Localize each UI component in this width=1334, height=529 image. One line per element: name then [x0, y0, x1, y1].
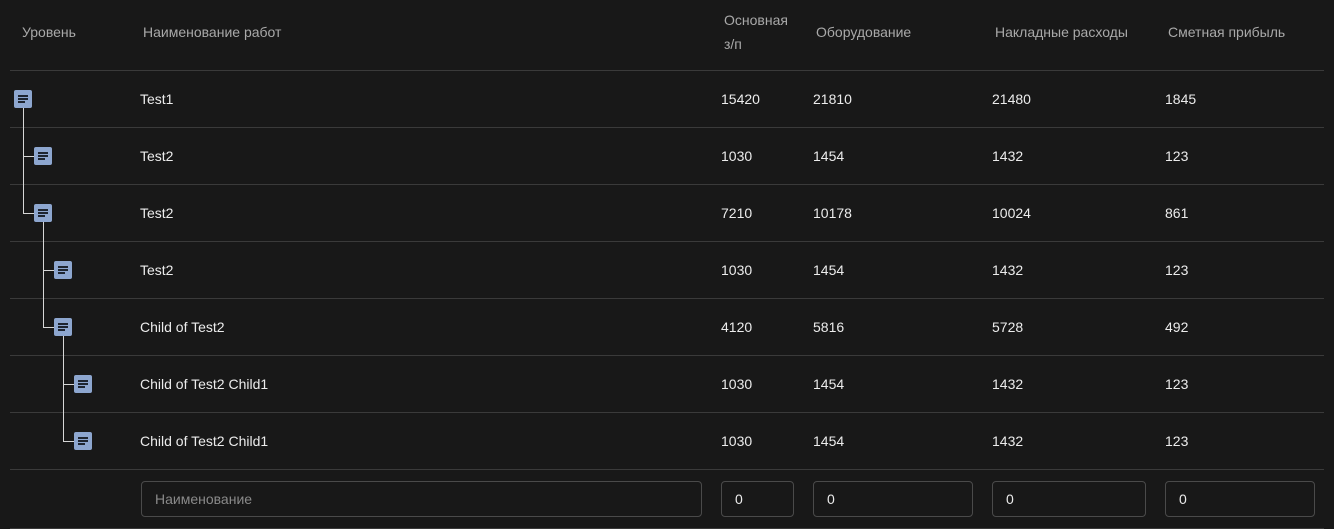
- equipment-cell: 1454: [813, 433, 845, 449]
- equipment-cell: 5816: [813, 319, 845, 335]
- tree-connector: [23, 213, 34, 214]
- document-icon[interactable]: [14, 90, 32, 108]
- name-cell: Test2: [140, 205, 174, 221]
- equipment-cell: 1454: [813, 262, 845, 278]
- salary-cell: 1030: [721, 433, 753, 449]
- salary-cell: 1030: [721, 262, 753, 278]
- overhead-cell: 5728: [992, 319, 1024, 335]
- header-level: Уровень: [22, 24, 76, 40]
- level-cell: [10, 413, 130, 469]
- table-body: Test1 15420 21810 21480 1845 Test2 1030 1454 143…: [10, 71, 1324, 470]
- level-cell: [10, 71, 130, 128]
- document-icon[interactable]: [54, 261, 72, 279]
- equipment-cell: 1454: [813, 148, 845, 164]
- header-name: Наименование работ: [143, 24, 282, 40]
- level-cell: [10, 242, 130, 299]
- tree-connector: [43, 222, 44, 242]
- name-cell: Test1: [140, 91, 174, 107]
- tree-connector: [63, 441, 74, 442]
- salary-cell: 7210: [721, 205, 753, 221]
- document-icon[interactable]: [34, 204, 52, 222]
- profit-cell: 123: [1165, 433, 1189, 449]
- overhead-cell: 1432: [992, 148, 1024, 164]
- header-salary-line2: з/п: [724, 36, 742, 52]
- tree-connector: [23, 128, 24, 185]
- tree-connector: [23, 185, 24, 214]
- table-row[interactable]: Child of Test2 Child1 1030 1454 1432 123: [10, 356, 1324, 413]
- overhead-cell: 21480: [992, 91, 1031, 107]
- overhead-cell: 1432: [992, 262, 1024, 278]
- header-profit: Сметная прибыль: [1168, 24, 1286, 40]
- name-input[interactable]: [141, 481, 702, 517]
- salary-cell: 1030: [721, 148, 753, 164]
- document-icon[interactable]: [74, 375, 92, 393]
- tree-connector: [63, 413, 64, 442]
- profit-cell: 123: [1165, 376, 1189, 392]
- equipment-cell: 21810: [813, 91, 852, 107]
- table-header: Уровень Наименование работ Основная з/п …: [10, 0, 1324, 71]
- tree-connector: [63, 336, 64, 356]
- new-row-form: [10, 470, 1324, 529]
- table-row[interactable]: Test1 15420 21810 21480 1845: [10, 71, 1324, 128]
- tree-connector: [23, 108, 24, 128]
- level-cell: [10, 128, 130, 185]
- header-salary-line1: Основная: [724, 12, 788, 28]
- header-overhead: Накладные расходы: [995, 24, 1128, 40]
- profit-cell: 861: [1165, 205, 1189, 221]
- equipment-input[interactable]: [813, 481, 973, 517]
- header-equipment: Оборудование: [816, 24, 912, 40]
- overhead-input[interactable]: [992, 481, 1146, 517]
- overhead-cell: 1432: [992, 376, 1024, 392]
- tree-connector: [63, 356, 64, 413]
- profit-cell: 1845: [1165, 91, 1197, 107]
- tree-connector: [43, 327, 54, 328]
- name-cell: Child of Test2 Child1: [140, 376, 269, 392]
- name-cell: Child of Test2: [140, 319, 225, 335]
- table-row[interactable]: Child of Test2 4120 5816 5728 492: [10, 299, 1324, 356]
- level-cell: [10, 185, 130, 242]
- tree-connector: [43, 299, 44, 328]
- level-cell: [10, 356, 130, 413]
- overhead-cell: 10024: [992, 205, 1031, 221]
- profit-cell: 492: [1165, 319, 1189, 335]
- table-row[interactable]: Test2 7210 10178 10024 861: [10, 185, 1324, 242]
- table-row[interactable]: Child of Test2 Child1 1030 1454 1432 123: [10, 413, 1324, 470]
- document-icon[interactable]: [34, 147, 52, 165]
- estimate-table: Уровень Наименование работ Основная з/п …: [10, 0, 1324, 529]
- salary-input[interactable]: [721, 481, 794, 517]
- salary-cell: 15420: [721, 91, 760, 107]
- document-icon[interactable]: [74, 432, 92, 450]
- overhead-cell: 1432: [992, 433, 1024, 449]
- level-cell: [10, 299, 130, 356]
- salary-cell: 4120: [721, 319, 753, 335]
- tree-connector: [43, 242, 44, 299]
- salary-cell: 1030: [721, 376, 753, 392]
- tree-connector: [23, 156, 34, 157]
- name-cell: Child of Test2 Child1: [140, 433, 269, 449]
- profit-cell: 123: [1165, 262, 1189, 278]
- profit-cell: 123: [1165, 148, 1189, 164]
- name-cell: Test2: [140, 262, 174, 278]
- tree-connector: [63, 384, 74, 385]
- name-cell: Test2: [140, 148, 174, 164]
- table-row[interactable]: Test2 1030 1454 1432 123: [10, 242, 1324, 299]
- document-icon[interactable]: [54, 318, 72, 336]
- equipment-cell: 10178: [813, 205, 852, 221]
- profit-input[interactable]: [1165, 481, 1315, 517]
- table-row[interactable]: Test2 1030 1454 1432 123: [10, 128, 1324, 185]
- equipment-cell: 1454: [813, 376, 845, 392]
- tree-connector: [43, 270, 54, 271]
